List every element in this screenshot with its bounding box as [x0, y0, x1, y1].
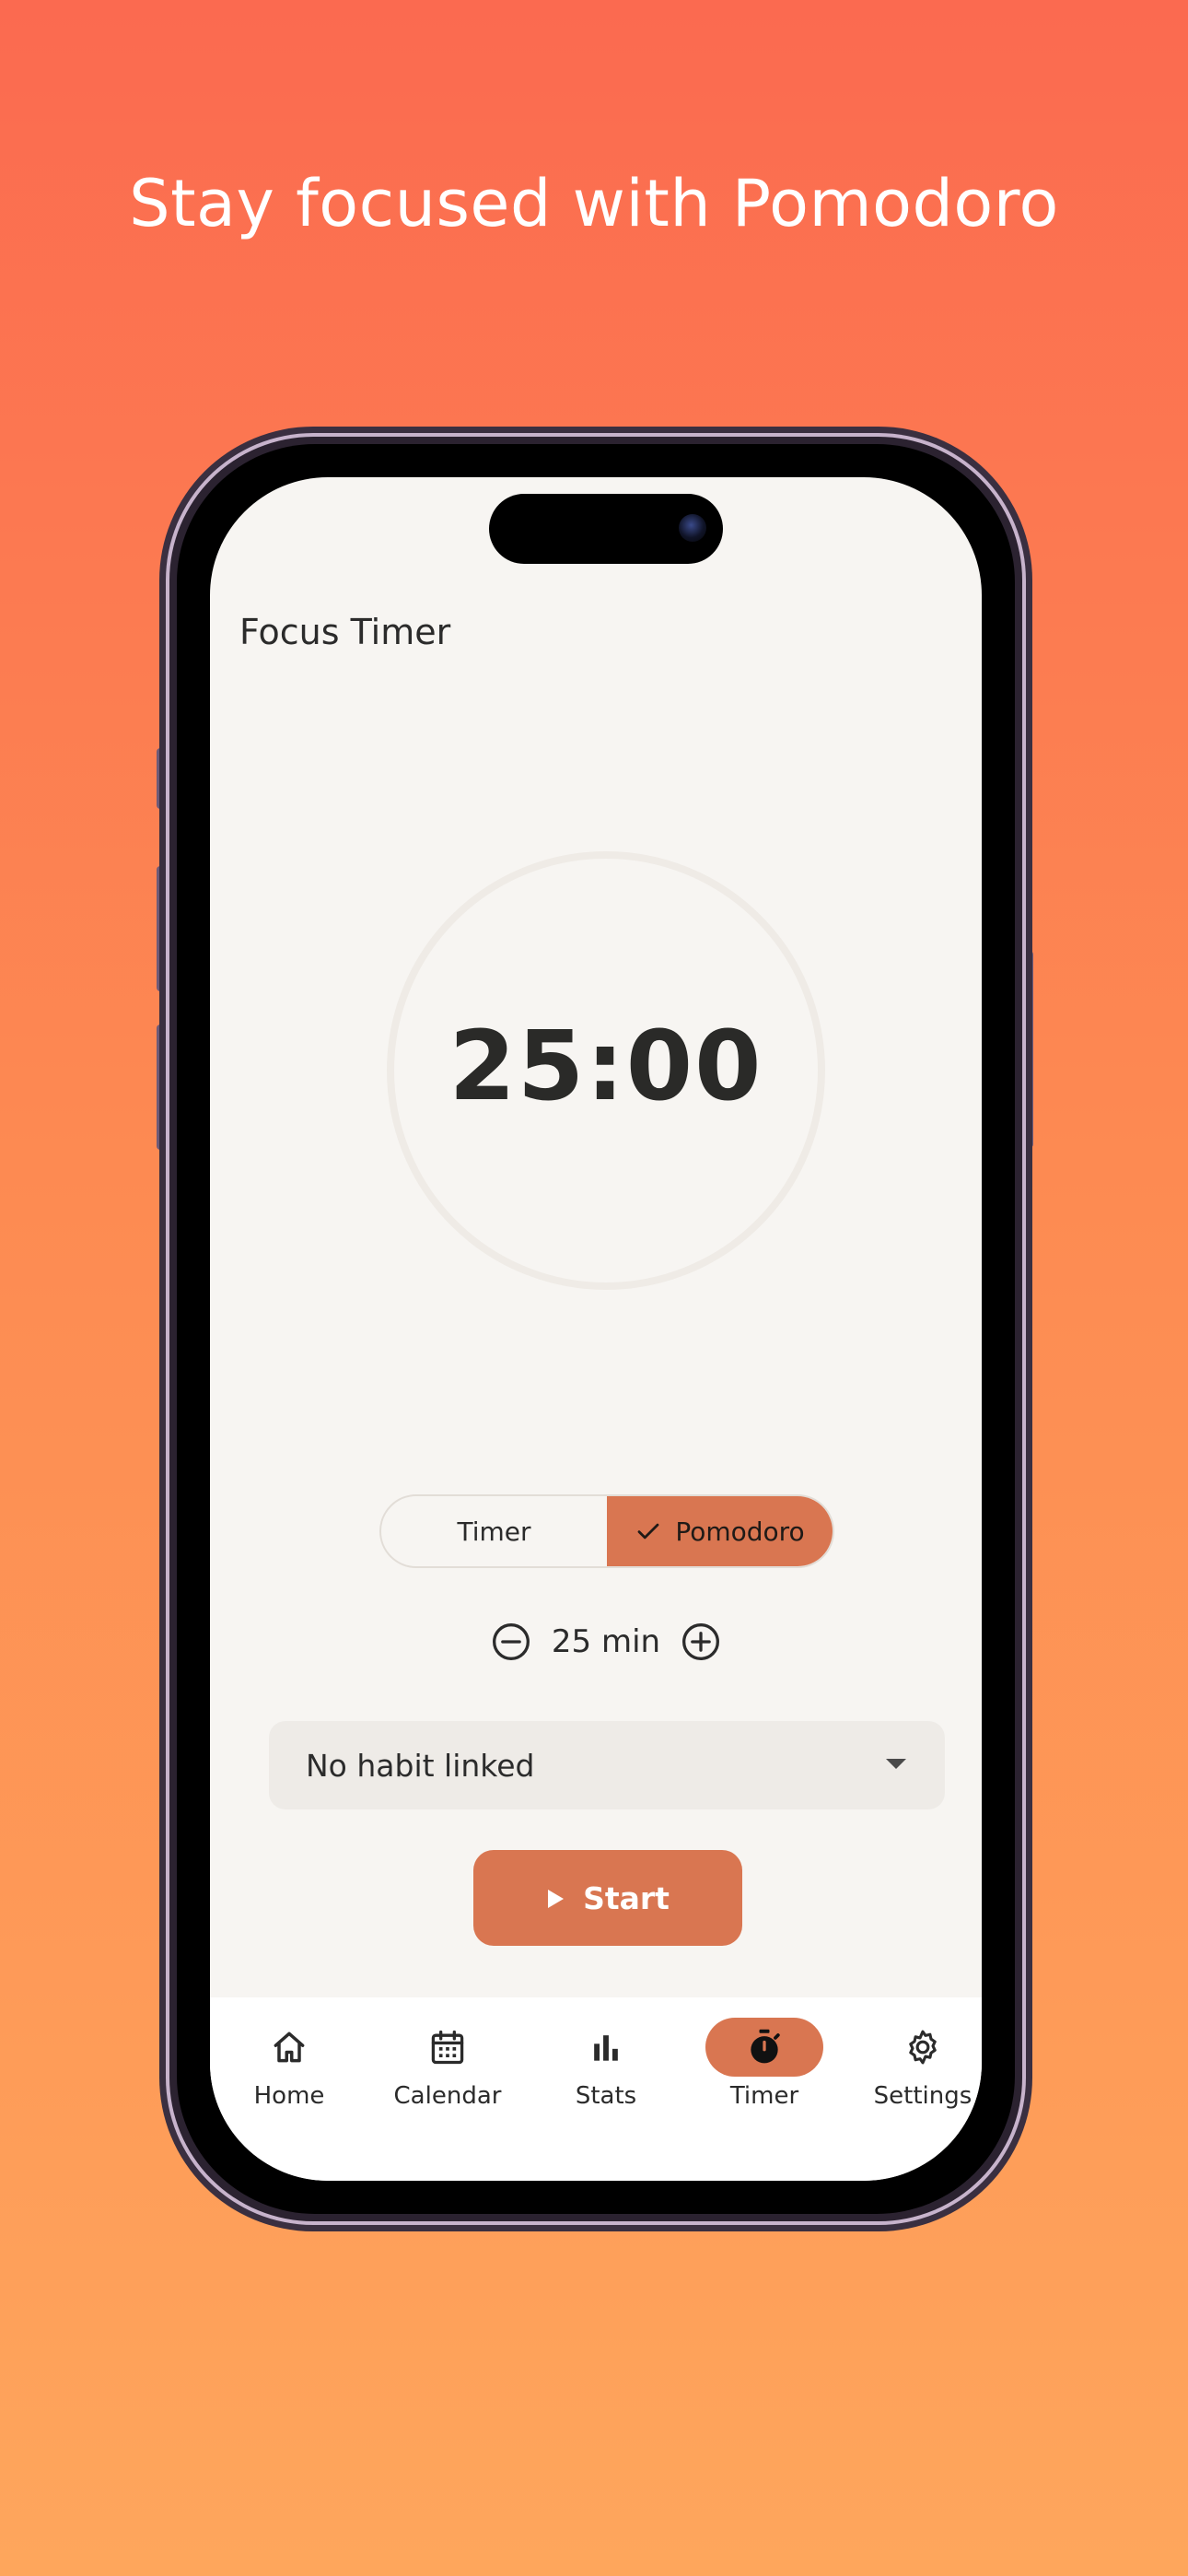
start-button[interactable]: Start: [473, 1850, 742, 1946]
nav-item-settings[interactable]: Settings: [844, 1997, 982, 2181]
increase-duration-button[interactable]: [681, 1622, 721, 1662]
check-icon: [635, 1517, 662, 1545]
habit-select-value: No habit linked: [306, 1747, 535, 1784]
phone-power-button: [1026, 951, 1033, 1148]
app-screen: Focus Timer 25:00 Timer Pomodoro 25 min …: [210, 477, 982, 2181]
timer-display: 25:00: [448, 1010, 763, 1122]
nav-item-calendar[interactable]: Calendar: [368, 1997, 527, 2181]
gear-icon: [864, 2018, 982, 2077]
play-icon: [546, 1880, 565, 1916]
start-button-label: Start: [583, 1879, 670, 1916]
phone-bezel: Focus Timer 25:00 Timer Pomodoro 25 min …: [177, 444, 1015, 2214]
phone-silent-switch: [157, 748, 164, 809]
stats-icon: [547, 2018, 665, 2077]
mode-toggle: Timer Pomodoro: [379, 1494, 834, 1568]
phone-volume-down: [157, 1025, 164, 1150]
mode-option-label: Pomodoro: [675, 1516, 805, 1547]
mode-option-pomodoro[interactable]: Pomodoro: [607, 1496, 833, 1566]
dynamic-island: [489, 494, 723, 564]
dropdown-arrow-icon: [884, 1756, 908, 1774]
decrease-duration-button[interactable]: [491, 1622, 531, 1662]
nav-item-stats[interactable]: Stats: [527, 1997, 685, 2181]
minus-circle-icon: [492, 1623, 530, 1660]
plus-circle-icon: [682, 1623, 720, 1660]
nav-item-home[interactable]: Home: [210, 1997, 368, 2181]
duration-value: 25 min: [551, 1623, 661, 1660]
calendar-icon: [389, 2018, 507, 2077]
nav-label: Calendar: [393, 2082, 502, 2110]
nav-label: Stats: [575, 2082, 637, 2110]
phone-volume-up: [157, 866, 164, 991]
mode-option-timer[interactable]: Timer: [381, 1496, 607, 1566]
nav-label: Settings: [873, 2082, 973, 2110]
habit-select[interactable]: No habit linked: [269, 1721, 945, 1809]
nav-label: Home: [253, 2082, 325, 2110]
stopwatch-icon: [705, 2018, 823, 2077]
home-icon: [230, 2018, 348, 2077]
page-title: Focus Timer: [239, 612, 451, 652]
nav-item-timer[interactable]: Timer: [685, 1997, 844, 2181]
headline: Stay focused with Pomodoro: [129, 166, 1059, 241]
bottom-navigation: Home Calendar Stats Timer Settings: [210, 1997, 982, 2181]
front-camera: [679, 514, 706, 542]
duration-stepper: 25 min: [210, 1614, 982, 1669]
nav-label: Timer: [729, 2082, 799, 2110]
mode-option-label: Timer: [457, 1516, 531, 1547]
phone-frame: Focus Timer 25:00 Timer Pomodoro 25 min …: [166, 433, 1026, 2225]
